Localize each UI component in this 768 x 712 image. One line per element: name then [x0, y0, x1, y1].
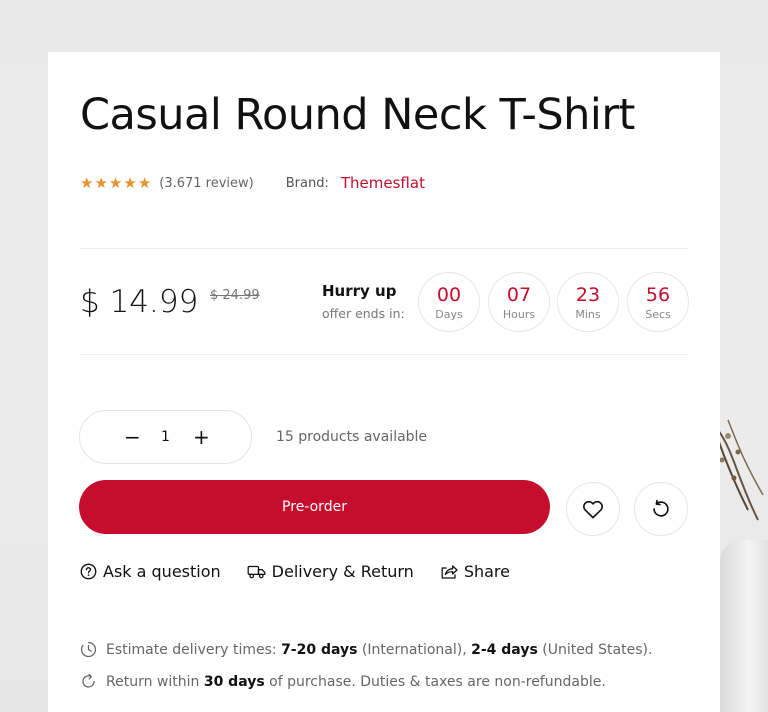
background-vase: [720, 540, 768, 712]
brand-label: Brand:: [285, 175, 329, 191]
return-policy: Return within 30 days of purchase. Dutie…: [80, 673, 606, 690]
delivery-us-days: 2-4 days: [471, 641, 538, 658]
ask-question-label: Ask a question: [103, 562, 221, 581]
return-arrow-icon: [82, 673, 95, 688]
wishlist-button[interactable]: [566, 482, 620, 536]
old-price: $ 24.99: [210, 288, 260, 303]
delivery-intl-days: 7-20 days: [281, 641, 358, 658]
star-icon: ★: [94, 174, 108, 192]
delivery-estimate: Estimate delivery times: 7-20 days (Inte…: [80, 641, 652, 658]
delivery-prefix: Estimate delivery times:: [106, 641, 277, 658]
delivery-return-label: Delivery & Return: [271, 562, 414, 581]
quantity-value[interactable]: 1: [161, 429, 170, 445]
question-circle-icon: [80, 563, 97, 580]
pre-order-button[interactable]: Pre-order: [79, 480, 550, 534]
increase-quantity-button[interactable]: +: [193, 427, 210, 447]
star-icon: ★: [123, 174, 137, 192]
countdown-value: 56: [645, 284, 671, 306]
brand-link[interactable]: Themesflat: [341, 174, 425, 192]
product-title: Casual Round Neck T-Shirt: [80, 90, 635, 140]
refresh-icon: [653, 499, 669, 517]
countdown-value: 23: [575, 284, 601, 306]
divider: [80, 354, 688, 355]
countdown-value: 00: [436, 284, 462, 306]
hurry-up-label: Hurry up: [322, 282, 397, 300]
countdown-unit-label: Secs: [645, 308, 671, 321]
countdown-hours: 07 Hours: [488, 272, 550, 332]
countdown-secs: 56 Secs: [627, 272, 689, 332]
countdown-days: 00 Days: [418, 272, 480, 332]
heart-icon: [583, 500, 603, 519]
countdown-value: 07: [506, 284, 532, 306]
star-icon: ★: [108, 174, 123, 192]
rating-row: ★ ★ ★ ★ ★ (3.671 review) Brand: Themesfl…: [80, 174, 425, 192]
delivery-intl-label: (International),: [361, 641, 467, 658]
return-days: 30 days: [203, 673, 265, 690]
star-icon: ★: [80, 174, 94, 192]
ask-question-link[interactable]: Ask a question: [80, 562, 221, 581]
share-label: Share: [463, 562, 510, 581]
clock-icon: [80, 641, 97, 658]
countdown-mins: 23 Mins: [557, 272, 619, 332]
return-suffix: of purchase. Duties & taxes are non-refu…: [269, 673, 606, 690]
star-icon: ★: [137, 174, 152, 192]
return-prefix: Return within: [106, 673, 200, 690]
divider: [80, 248, 688, 249]
decrease-quantity-button[interactable]: −: [124, 427, 141, 447]
review-count[interactable]: (3.671 review): [159, 176, 254, 191]
current-price: $ 14.99: [80, 284, 199, 320]
countdown-unit-label: Days: [435, 308, 463, 321]
compare-button[interactable]: [634, 482, 688, 536]
stock-availability: 15 products available: [276, 429, 428, 445]
share-link[interactable]: Share: [440, 562, 510, 581]
star-rating: ★ ★ ★ ★ ★: [80, 174, 151, 192]
delivery-us-label: (United States).: [542, 641, 653, 658]
product-info-card: Casual Round Neck T-Shirt ★ ★ ★ ★ ★ (3.6…: [48, 52, 720, 712]
offer-ends-label: offer ends in:: [322, 306, 405, 321]
product-links: Ask a question Delivery & Return Share: [80, 562, 536, 581]
share-icon: [441, 564, 458, 579]
quantity-stepper: − 1 +: [79, 410, 252, 464]
countdown-unit-label: Mins: [575, 308, 601, 321]
truck-icon: [247, 565, 266, 578]
countdown-unit-label: Hours: [502, 308, 536, 321]
delivery-return-link[interactable]: Delivery & Return: [247, 562, 414, 581]
